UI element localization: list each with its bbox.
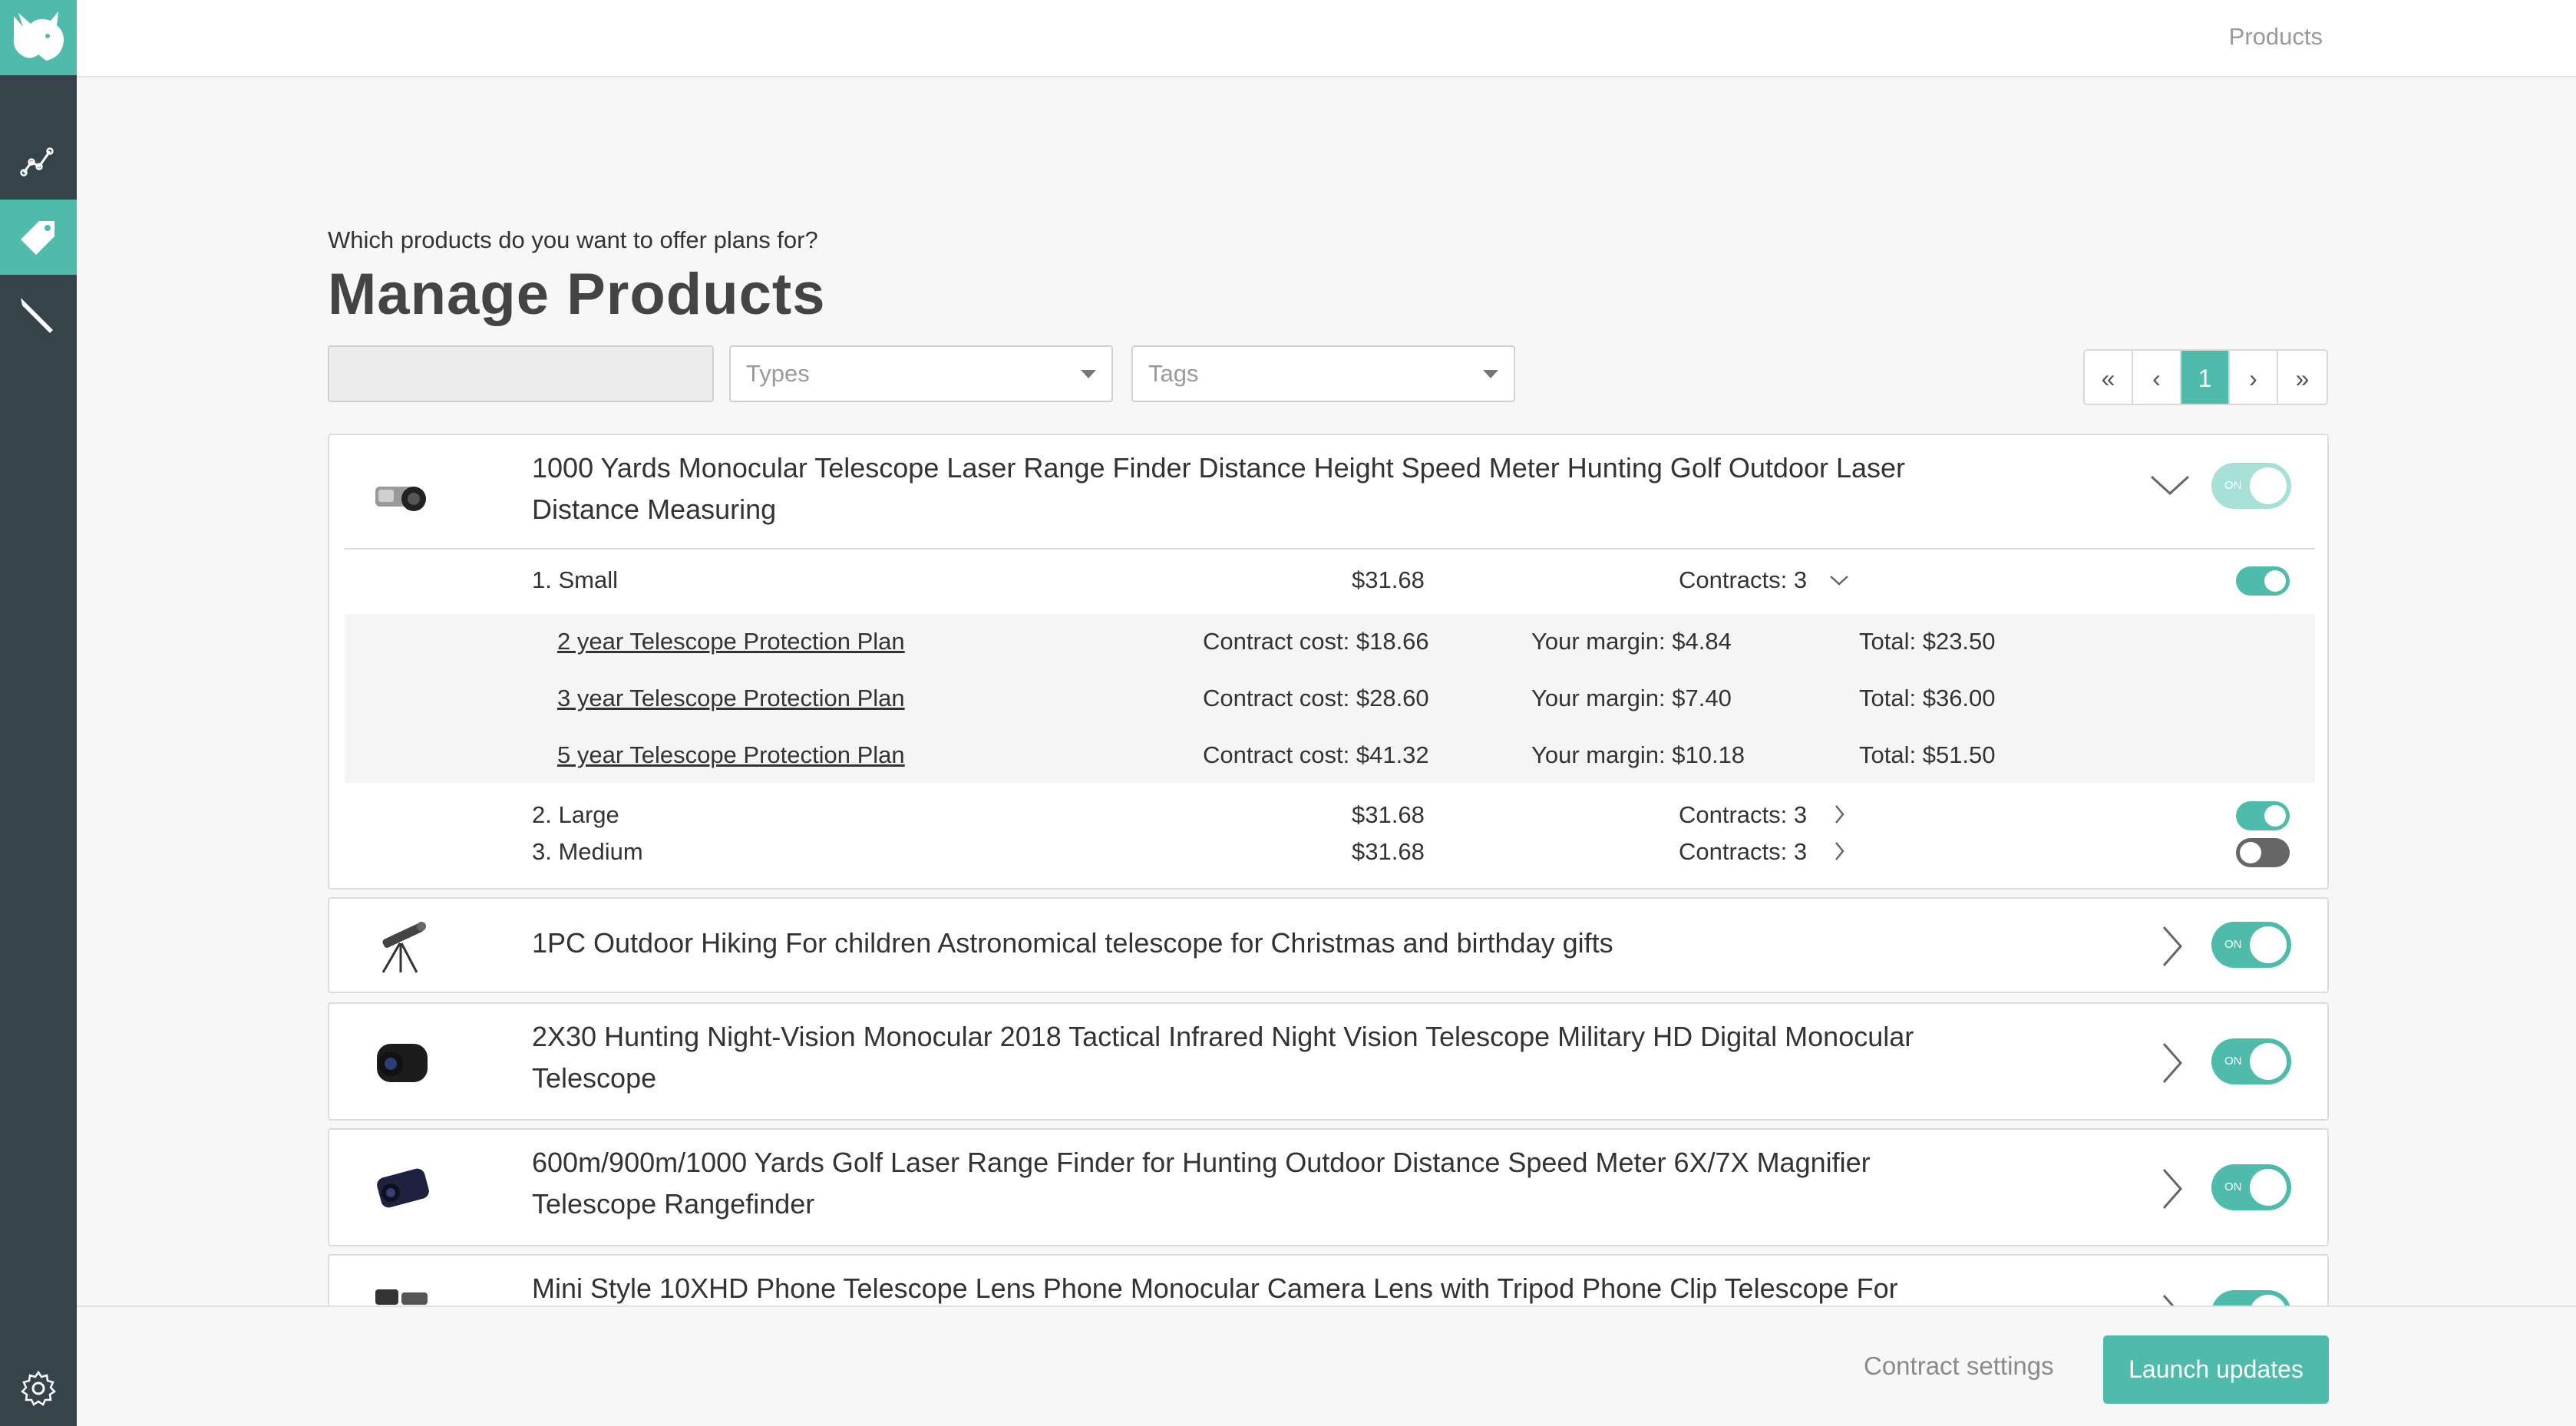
variant-contracts[interactable]: Contracts: 3 [1679,566,1807,594]
pencil-icon[interactable] [0,278,77,353]
plan-margin: Your margin: $10.18 [1531,741,1745,768]
variant-toggle[interactable] [2236,838,2290,867]
products-nav-link[interactable]: Products [2229,23,2323,51]
variant-name: 2. Large [532,801,619,828]
plan-contract-cost: Contract cost: $41.32 [1203,741,1429,768]
tags-select[interactable]: Tags [1131,345,1515,402]
product-thumbnail [381,922,426,973]
chevron-right-icon[interactable] [1834,804,1844,824]
types-select-placeholder: Types [746,360,810,387]
variant-contracts[interactable]: Contracts: 3 [1679,801,1807,829]
product-title[interactable]: 1PC Outdoor Hiking For children Astronom… [532,923,1990,964]
plan-margin: Your margin: $7.40 [1531,685,1732,711]
pagination: « ‹ 1 › » [2083,349,2328,405]
product-title[interactable]: 600m/900m/1000 Yards Golf Laser Range Fi… [532,1142,1990,1225]
plan-contract-cost: Contract cost: $28.60 [1203,685,1429,711]
product-title[interactable]: 2X30 Hunting Night-Vision Monocular 2018… [532,1016,1990,1099]
plan-total: Total: $23.50 [1859,628,1996,655]
product-card: 2X30 Hunting Night-Vision Monocular 2018… [328,1002,2329,1121]
product-toggle[interactable]: ON [2211,1038,2291,1084]
last-page-button[interactable]: » [2278,351,2327,404]
variant-price: $31.68 [1352,801,1425,828]
page-1-button[interactable]: 1 [2181,351,2230,404]
product-card: 600m/900m/1000 Yards Golf Laser Range Fi… [328,1128,2329,1246]
tags-select-placeholder: Tags [1148,360,1199,387]
types-select[interactable]: Types [729,345,1113,402]
variant-toggle[interactable] [2236,801,2290,830]
plan-link[interactable]: 2 year Telescope Protection Plan [557,628,905,655]
plan-contract-cost: Contract cost: $18.66 [1203,628,1429,655]
product-thumbnail [377,1044,428,1082]
chevron-right-icon[interactable] [2161,1041,2184,1084]
chevron-right-icon[interactable] [2161,1167,2184,1210]
next-page-button[interactable]: › [2230,351,2278,404]
product-toggle[interactable]: ON [2211,922,2291,968]
product-toggle[interactable]: ON [2211,463,2291,509]
variant-contracts[interactable]: Contracts: 3 [1679,838,1807,866]
rhino-logo-icon[interactable] [0,0,77,75]
sidebar [0,0,77,1426]
plan-total: Total: $51.50 [1859,741,1996,768]
prev-page-button[interactable]: ‹ [2133,351,2181,404]
variant-row: 1. Small $31.68 Contracts: 3 [329,566,2330,597]
product-thumbnail [375,487,426,511]
plan-link[interactable]: 5 year Telescope Protection Plan [557,741,905,769]
launch-updates-button[interactable]: Launch updates [2103,1335,2329,1404]
bottom-action-bar: Contract settings Launch updates [77,1306,2576,1426]
variant-name: 1. Small [532,566,618,593]
gear-icon[interactable] [0,1351,77,1426]
first-page-button[interactable]: « [2085,351,2133,404]
variant-price: $31.68 [1352,566,1425,593]
caret-down-icon [1081,370,1096,378]
product-card: 1000 Yards Monocular Telescope Laser Ran… [328,434,2329,890]
product-thumbnail [377,1168,429,1208]
divider [345,548,2315,550]
contract-settings-link[interactable]: Contract settings [1864,1352,2054,1381]
chevron-down-icon[interactable] [2150,474,2190,497]
variant-price: $31.68 [1352,838,1425,865]
page-subtitle: Which products do you want to offer plan… [328,226,818,253]
plan-total: Total: $36.00 [1859,685,1996,711]
variant-name: 3. Medium [532,838,643,865]
product-title[interactable]: 1000 Yards Monocular Telescope Laser Ran… [532,447,1990,530]
chevron-right-icon[interactable] [1834,841,1844,861]
variant-toggle[interactable] [2236,566,2290,596]
plans-panel: 2 year Telescope Protection Plan Contrac… [345,614,2315,783]
analytics-icon[interactable] [0,124,77,199]
caret-down-icon [1483,370,1498,378]
chevron-down-icon[interactable] [1829,574,1849,586]
product-toggle[interactable]: ON [2211,1164,2291,1210]
plan-margin: Your margin: $4.84 [1531,628,1732,655]
variant-row: 2. Large $31.68 Contracts: 3 [329,801,2330,832]
search-input[interactable] [328,345,714,402]
product-card: 1PC Outdoor Hiking For children Astronom… [328,897,2329,993]
plan-link[interactable]: 3 year Telescope Protection Plan [557,685,905,712]
tag-icon[interactable] [0,200,77,275]
chevron-right-icon[interactable] [2161,925,2184,968]
variant-row: 3. Medium $31.68 Contracts: 3 [329,838,2330,869]
top-bar: Products [77,0,2576,78]
product-title[interactable]: Mini Style 10XHD Phone Telescope Lens Ph… [532,1268,1990,1309]
page-title: Manage Products [328,262,826,327]
